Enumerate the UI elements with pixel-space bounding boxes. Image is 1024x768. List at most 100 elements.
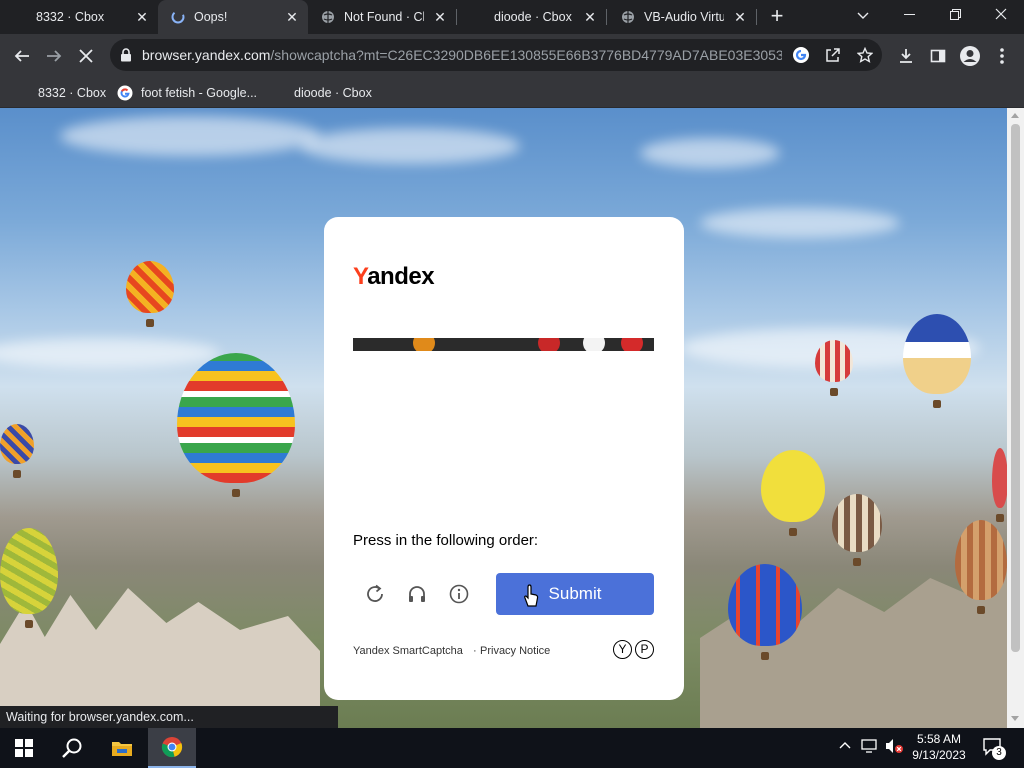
- captcha-image[interactable]: [353, 338, 654, 351]
- browser-toolbar: browser.yandex.com/showcaptcha?mt=C26EC3…: [0, 34, 1024, 77]
- tab-separator: [456, 9, 457, 25]
- tab-vb-audio[interactable]: VB-Audio Virtual ✕: [608, 0, 756, 34]
- tab-not-found-cbox[interactable]: Not Found · Cbox ✕: [308, 0, 456, 34]
- captcha-glyph: [538, 338, 560, 351]
- globe-icon: [320, 9, 336, 25]
- captcha-instruction: Press in the following order:: [353, 532, 539, 549]
- captcha-glyph: [621, 338, 643, 351]
- bookmark-label: foot fetish - Google...: [141, 86, 258, 100]
- captcha-glyph: [583, 338, 605, 351]
- url-path: /showcaptcha?mt=C26EC3290DB6EE130855E66B…: [270, 47, 782, 63]
- tab-title: Oops!: [194, 10, 228, 24]
- yandex-logo: Yandex: [353, 263, 435, 291]
- share-icon[interactable]: [822, 44, 844, 66]
- info-icon[interactable]: [446, 581, 472, 607]
- chrome-taskbar-button[interactable]: [148, 728, 196, 768]
- logo-rest: andex: [367, 263, 435, 290]
- system-clock[interactable]: 5:58 AM 9/13/2023: [906, 731, 972, 763]
- google-lens-icon[interactable]: [790, 44, 812, 66]
- tab-title: dioode · Cbox: [494, 10, 572, 24]
- cbox-icon: [12, 9, 28, 25]
- forward-button[interactable]: [40, 42, 68, 70]
- hot-air-balloon: [0, 528, 58, 628]
- privacy-notice-link[interactable]: Privacy Notice: [480, 645, 550, 657]
- minimize-button[interactable]: [886, 0, 932, 32]
- search-icon: [62, 738, 82, 758]
- new-tab-button[interactable]: +: [765, 5, 789, 29]
- profile-avatar-icon[interactable]: [956, 42, 984, 70]
- logo-letter-y: Y: [353, 263, 368, 290]
- volume-muted-icon[interactable]: [884, 738, 904, 757]
- start-button[interactable]: [0, 728, 48, 768]
- stop-loading-button[interactable]: [72, 42, 100, 70]
- tab-separator: [606, 9, 607, 25]
- hot-air-balloon: [126, 261, 174, 327]
- scrollbar-thumb[interactable]: [1011, 124, 1020, 652]
- folder-icon: [112, 742, 132, 756]
- windows-logo-icon: [15, 739, 33, 757]
- submit-button[interactable]: Submit: [496, 573, 654, 615]
- scroll-up-arrow-icon[interactable]: [1011, 113, 1019, 118]
- side-panel-icon[interactable]: [924, 42, 952, 70]
- bookmark-label: 8332 · Cbox: [38, 86, 107, 100]
- close-window-button[interactable]: [978, 0, 1024, 32]
- tab-title: Not Found · Cbox: [344, 10, 424, 24]
- hot-air-balloon: [832, 494, 882, 566]
- loading-status: Waiting for browser.yandex.com...: [0, 706, 338, 728]
- footer-separator: ·: [473, 645, 477, 657]
- clock-time: 5:58 AM: [916, 732, 962, 746]
- audio-headphones-icon[interactable]: [404, 581, 430, 607]
- bookmarks-bar: 8332 · Cbox foot fetish - Google... dioo…: [0, 77, 1024, 108]
- smartcaptcha-brand-icon: P: [635, 640, 654, 659]
- smartcaptcha-link[interactable]: Yandex SmartCaptcha: [353, 645, 463, 657]
- file-explorer-button[interactable]: [98, 728, 146, 768]
- cloud: [0, 338, 220, 368]
- tab-strip: 8332 · Cbox ✕ Oops! ✕ Not Found · Cbox ✕…: [0, 0, 1024, 34]
- hand-cursor-icon: [522, 584, 540, 613]
- page-scrollbar[interactable]: [1007, 108, 1024, 728]
- windows-taskbar: 5:58 AM 9/13/2023 3: [0, 728, 1024, 768]
- menu-kebab-icon[interactable]: [988, 42, 1016, 70]
- restore-button[interactable]: [932, 0, 978, 32]
- tab-dioode-cbox[interactable]: dioode · Cbox ✕: [458, 0, 606, 34]
- cloud: [60, 116, 320, 156]
- notification-count-badge: 3: [992, 746, 1006, 760]
- search-button[interactable]: [48, 728, 96, 768]
- address-bar[interactable]: browser.yandex.com/showcaptcha?mt=C26EC3…: [110, 39, 882, 71]
- download-icon[interactable]: [892, 42, 920, 70]
- tab-oops[interactable]: Oops! ✕: [158, 0, 308, 34]
- close-tab-icon[interactable]: ✕: [284, 9, 300, 25]
- bookmark-label: dioode · Cbox: [294, 86, 372, 100]
- cbox-icon: [470, 9, 486, 25]
- yandex-brand-icon: Y: [613, 640, 632, 659]
- close-icon: [79, 49, 93, 63]
- tab-search-button[interactable]: [840, 0, 886, 32]
- hot-air-balloon: [728, 564, 802, 660]
- notifications-button[interactable]: 3: [982, 736, 1006, 760]
- bookmark-google-search[interactable]: foot fetish - Google...: [117, 82, 257, 104]
- lock-icon: [120, 48, 132, 67]
- tab-8332-cbox[interactable]: 8332 · Cbox ✕: [0, 0, 158, 34]
- bookmark-dioode-cbox[interactable]: dioode · Cbox: [294, 82, 372, 104]
- close-tab-icon[interactable]: ✕: [432, 9, 448, 25]
- close-tab-icon[interactable]: ✕: [732, 9, 748, 25]
- url-text[interactable]: browser.yandex.com/showcaptcha?mt=C26EC3…: [142, 47, 782, 63]
- hot-air-balloon: [955, 520, 1007, 614]
- close-tab-icon[interactable]: ✕: [582, 9, 598, 25]
- back-button[interactable]: [8, 42, 36, 70]
- tab-separator: [756, 9, 757, 25]
- cloud: [700, 208, 900, 238]
- cloud: [300, 128, 520, 164]
- cloud: [640, 138, 780, 168]
- close-tab-icon[interactable]: ✕: [134, 9, 150, 25]
- clock-date: 9/13/2023: [912, 748, 966, 762]
- bookmark-star-icon[interactable]: [854, 44, 876, 66]
- scroll-down-arrow-icon[interactable]: [1011, 716, 1019, 721]
- submit-label: Submit: [548, 584, 602, 603]
- refresh-icon[interactable]: [362, 581, 388, 607]
- google-icon: [117, 85, 133, 101]
- network-icon[interactable]: [861, 738, 879, 757]
- tab-title: VB-Audio Virtual: [644, 10, 724, 24]
- bookmark-8332-cbox[interactable]: 8332 · Cbox: [38, 82, 106, 104]
- show-hidden-icons-button[interactable]: [839, 738, 851, 752]
